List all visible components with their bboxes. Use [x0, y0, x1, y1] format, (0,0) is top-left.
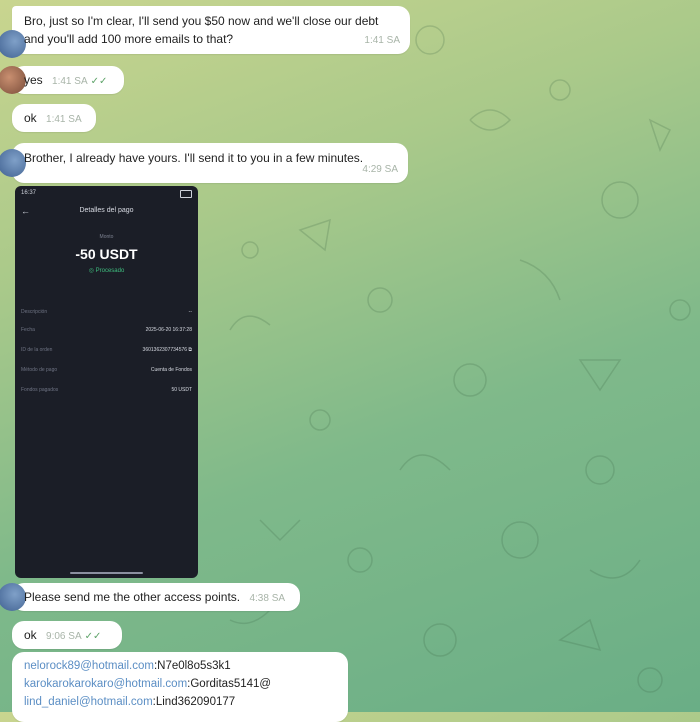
read-check-icon: ✓✓ [90, 76, 108, 87]
row-value: 3601362307734576 ⧉ [142, 347, 192, 353]
message-text: ok [24, 628, 37, 642]
message-text-line2: and you'll add 100 more emails to that? [24, 32, 234, 46]
message-time: 1:41 SA [46, 114, 82, 125]
row-label: Fecha [21, 327, 35, 333]
credential-password: :N7e0l8o5s3k1 [153, 660, 231, 672]
phone-payment-status: ◎ Procesado [88, 268, 125, 274]
read-check-icon: ✓✓ [84, 631, 102, 642]
message-text: Please send me the other access points. [24, 590, 241, 604]
row-value: -- [188, 309, 192, 315]
message-bubble-1[interactable]: Bro, just so I'm clear, I'll send you $5… [0, 6, 410, 58]
message-bubble-6[interactable]: ok 9:06 SA ✓✓ [12, 621, 122, 649]
phone-page-title: Detalles del pago [79, 207, 134, 214]
phone-detail-row: Fecha 2025-06-20 16:37:28 [21, 327, 192, 337]
credential-line: lind_daniel@hotmail.com:Lind362090177 [24, 693, 271, 711]
credential-line: karokarokarokaro@hotmail.com:Gorditas514… [24, 675, 271, 693]
email-link[interactable]: karokarokarokaro@hotmail.com [24, 678, 187, 690]
battery-icon [180, 190, 192, 198]
payment-screenshot-image[interactable]: 16:37 ← Detalles del pago Monto -50 USDT… [15, 186, 198, 578]
phone-amount: -50 USDT [75, 246, 138, 262]
row-label: Fondos pagados [21, 387, 59, 393]
credential-line: nelorock89@hotmail.com:N7e0l8o5s3k1 [24, 657, 271, 675]
message-text-line1: Bro, just so I'm clear, I'll send you $5… [24, 14, 379, 28]
user-avatar[interactable] [0, 66, 26, 94]
row-value: Cuenta de Fondos [150, 367, 192, 373]
message-text: Brother, I already have yours. I'll send… [24, 151, 364, 165]
message-text: yes [24, 73, 43, 87]
row-label: ID de la orden [21, 347, 53, 353]
message-bubble-5[interactable]: Please send me the other access points. … [0, 583, 300, 611]
phone-status-bar: 16:37 [21, 190, 192, 200]
phone-home-indicator [70, 572, 143, 574]
message-bubble-2[interactable]: yes 1:41 SA ✓✓ [0, 66, 124, 94]
contact-avatar[interactable] [0, 583, 26, 611]
message-time: 4:29 SA [362, 164, 398, 175]
row-value: 50 USDT [171, 387, 192, 393]
contact-avatar[interactable] [0, 30, 26, 58]
row-value: 2025-06-20 16:37:28 [145, 327, 192, 333]
email-link[interactable]: nelorock89@hotmail.com [24, 660, 154, 672]
message-time: 9:06 SA [46, 631, 82, 642]
credential-password: :Gorditas5141@ [187, 678, 272, 690]
phone-detail-row: ID de la orden 3601362307734576 ⧉ [21, 347, 192, 357]
row-label: Método de pago [21, 367, 58, 373]
contact-avatar[interactable] [0, 149, 26, 177]
credential-password: :Lind362090177 [152, 696, 236, 708]
message-bubble-4[interactable]: Brother, I already have yours. I'll send… [0, 143, 408, 183]
phone-detail-row: Método de pago Cuenta de Fondos [21, 367, 192, 377]
phone-amount-caption: Monto [99, 234, 114, 240]
phone-status-time: 16:37 [21, 190, 37, 196]
phone-detail-row: Descripción -- [21, 309, 192, 319]
message-time: 1:41 SA [52, 76, 88, 87]
message-time: 1:41 SA [364, 35, 400, 46]
message-text: ok [24, 111, 37, 125]
row-label: Descripción [21, 309, 48, 315]
phone-detail-row: Fondos pagados 50 USDT [21, 387, 192, 397]
email-link[interactable]: lind_daniel@hotmail.com [24, 696, 153, 708]
message-time: 4:38 SA [249, 593, 286, 604]
message-bubble-3[interactable]: ok 1:41 SA [12, 104, 96, 132]
